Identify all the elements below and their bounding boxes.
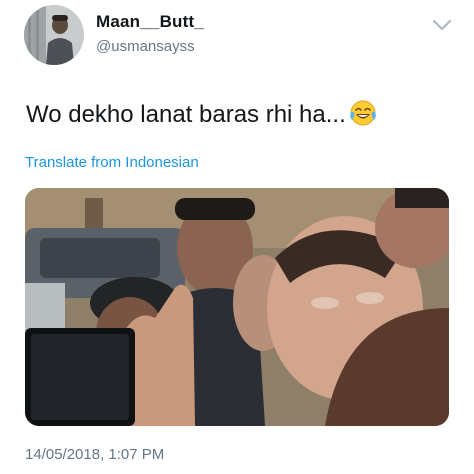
tweet-text: Wo dekho lanat baras rhi ha... — [26, 98, 378, 129]
author-display-name[interactable]: Maan__Butt_ — [96, 12, 204, 32]
tweet-card: Maan__Butt_ @usmansayss Wo dekho lanat b… — [0, 0, 474, 474]
tweet-photo[interactable] — [25, 188, 449, 426]
avatar[interactable] — [24, 5, 84, 65]
translate-link[interactable]: Translate from Indonesian — [25, 154, 199, 171]
chevron-down-icon[interactable] — [431, 17, 453, 33]
avatar-photo — [24, 5, 84, 65]
tweet-timestamp[interactable]: 14/05/2018, 1:07 PM — [25, 446, 164, 463]
laughing-crying-emoji-icon — [348, 98, 378, 128]
tweet-text-body: Wo dekho lanat baras rhi ha... — [26, 101, 346, 128]
author-handle[interactable]: @usmansayss — [96, 38, 195, 55]
